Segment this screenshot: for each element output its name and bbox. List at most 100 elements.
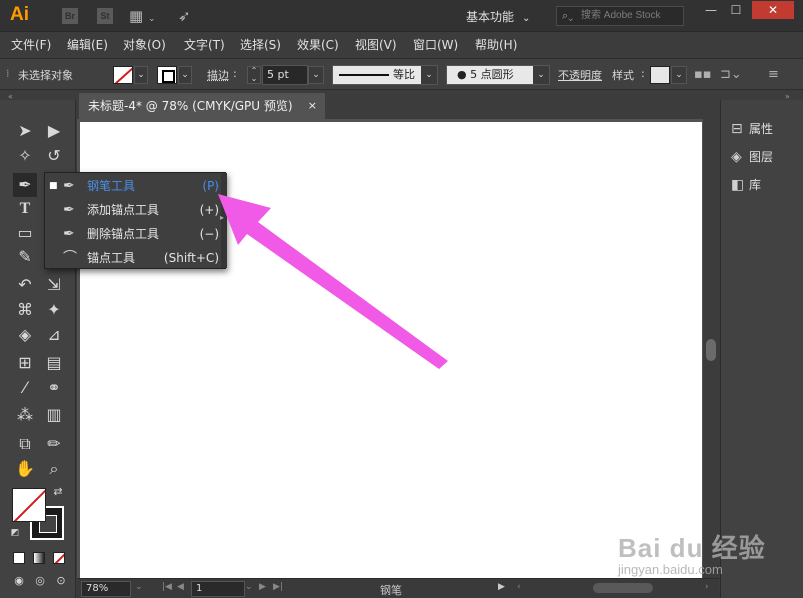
zoom-field[interactable]: 78% [81, 581, 131, 597]
type-tool-icon[interactable]: T [13, 197, 37, 221]
status-bar: 78% ⌄ |◀ ◀ 1 ⌄ ▶ ▶| 钢笔 ▶ ‹ › [77, 578, 719, 598]
stroke-stepper[interactable]: ⌃ ⌄ [247, 66, 261, 84]
shaper-tool-icon[interactable]: ✎ [13, 245, 37, 269]
scroll-right-icon[interactable]: › [705, 582, 709, 592]
stroke-weight-field[interactable]: 5 pt [262, 65, 308, 85]
mesh-tool-icon[interactable]: ⊞ [13, 351, 37, 375]
next-artboard-icon[interactable]: ▶ [259, 582, 266, 592]
shape-builder-tool-icon[interactable]: ◈ [13, 323, 37, 347]
draw-inside-icon[interactable]: ⊙ [52, 572, 70, 590]
slice-tool-icon[interactable]: ✏ [42, 432, 66, 456]
rectangle-tool-icon[interactable]: ▭ [13, 221, 37, 245]
stroke-dropdown[interactable]: ⌄ [178, 66, 192, 84]
maximize-button[interactable]: ☐ [722, 1, 750, 19]
selection-tool-icon[interactable]: ➤ [13, 119, 37, 143]
flyout-item-pen-tool[interactable]: ■ ✒ 钢笔工具 (P) [45, 174, 219, 198]
fill-color-swatch[interactable] [113, 66, 133, 84]
collapse-toolbox-icon[interactable]: « [8, 92, 13, 101]
scrollbar-thumb[interactable] [706, 339, 716, 361]
flyout-item-add-anchor[interactable]: ✒ 添加锚点工具 (+) [45, 198, 219, 222]
brush-definition[interactable]: ● 5 点圆形 ⌄ [446, 65, 550, 85]
menu-window[interactable]: 窗口(W) [413, 36, 458, 53]
zoom-dropdown-icon[interactable]: ⌄ [135, 582, 143, 592]
puppet-warp-tool-icon[interactable]: ✦ [42, 298, 66, 322]
workspace-switcher[interactable]: 基本功能 ⌄ [466, 8, 530, 25]
fill-dropdown[interactable]: ⌄ [134, 66, 148, 84]
graphic-style-swatch[interactable] [650, 66, 670, 84]
stroke-weight-dropdown[interactable]: ⌄ [308, 66, 324, 84]
scale-tool-icon[interactable]: ⇲ [42, 273, 66, 297]
panel-menu-icon[interactable]: ≡ [768, 67, 779, 82]
vertical-scrollbar[interactable] [703, 119, 719, 578]
menu-view[interactable]: 视图(V) [355, 36, 397, 53]
previous-artboard-icon[interactable]: ◀ [177, 582, 184, 592]
gpu-performance-icon[interactable]: ➶ [178, 7, 191, 25]
menu-file[interactable]: 文件(F) [11, 36, 51, 53]
last-artboard-icon[interactable]: ▶| [273, 582, 283, 592]
draw-behind-icon[interactable]: ◎ [31, 572, 49, 590]
zoom-tool-icon[interactable]: ⌕ [42, 457, 66, 481]
menu-select[interactable]: 选择(S) [240, 36, 281, 53]
pen-tool-icon[interactable]: ✒ [13, 173, 37, 197]
properties-panel-button[interactable]: ⊟ 属性 [731, 120, 773, 137]
artboard-number-field[interactable]: 1 [191, 581, 245, 597]
column-graph-tool-icon[interactable]: ▥ [42, 403, 66, 427]
menu-type[interactable]: 文字(T) [184, 36, 225, 53]
variable-width-profile[interactable]: 等比 ⌄ [332, 65, 438, 85]
eyedropper-tool-icon[interactable]: ⁄ [13, 376, 37, 400]
default-colors-icon[interactable]: ◩ [8, 526, 22, 540]
flyout-item-anchor-point[interactable]: ⌒ 锚点工具 (Shift+C) [45, 246, 219, 270]
document-tab[interactable]: 未标题-4* @ 78% (CMYK/GPU 预览) × [79, 93, 325, 119]
stock-search-input[interactable]: ⌕⌄ 搜索 Adobe Stock [556, 6, 684, 26]
lasso-tool-icon[interactable]: ↺ [42, 144, 66, 168]
artboard-tool-icon[interactable]: ⧉ [13, 432, 37, 456]
menu-effect[interactable]: 效果(C) [297, 36, 339, 53]
scroll-left-icon[interactable]: ‹ [517, 582, 521, 592]
bridge-button[interactable]: Br [62, 8, 78, 24]
brush-label: 5 点圆形 [470, 68, 514, 81]
align-icon[interactable]: ▪▪ [694, 67, 712, 82]
arrange-documents-icon[interactable]: ▦ ⌄ [129, 7, 156, 25]
rotate-tool-icon[interactable]: ↶ [13, 273, 37, 297]
close-window-button[interactable]: ✕ [752, 1, 794, 19]
direct-selection-tool-icon[interactable]: ▶ [42, 119, 66, 143]
color-mode-icon[interactable] [13, 552, 25, 564]
transform-icon[interactable]: ⊐⌄ [720, 67, 742, 82]
stock-button[interactable]: St [97, 8, 113, 24]
menu-help[interactable]: 帮助(H) [475, 36, 517, 53]
status-menu-icon[interactable]: ▶ [498, 582, 505, 592]
style-dropdown[interactable]: ⌄ [671, 66, 687, 84]
swap-colors-icon[interactable]: ⇄ [50, 484, 66, 500]
chevron-down-icon[interactable]: ⌄ [421, 66, 437, 84]
first-artboard-icon[interactable]: |◀ [162, 582, 172, 592]
flyout-item-delete-anchor[interactable]: ✒ 删除锚点工具 (−) [45, 222, 219, 246]
expand-panels-icon[interactable]: » [785, 92, 790, 101]
blend-tool-icon[interactable]: ⚭ [42, 376, 66, 400]
tearoff-tab[interactable]: ▸ [220, 173, 227, 268]
gradient-mode-icon[interactable] [33, 552, 45, 564]
layers-icon: ◈ [731, 149, 742, 165]
magic-wand-tool-icon[interactable]: ✧ [13, 144, 37, 168]
stroke-color-swatch[interactable] [157, 66, 177, 84]
chevron-down-icon[interactable]: ⌄ [533, 66, 549, 84]
menu-object[interactable]: 对象(O) [123, 36, 166, 53]
perspective-grid-tool-icon[interactable]: ⊿ [42, 323, 66, 347]
close-tab-icon[interactable]: × [308, 93, 317, 119]
menu-edit[interactable]: 编辑(E) [67, 36, 108, 53]
illustrator-logo: Ai [10, 4, 29, 25]
artboard-dropdown-icon[interactable]: ⌄ [245, 582, 253, 592]
minimize-button[interactable]: — [697, 1, 725, 19]
layers-panel-button[interactable]: ◈ 图层 [731, 148, 773, 165]
fill-swatch[interactable] [12, 488, 46, 522]
horizontal-scrollbar-thumb[interactable] [593, 583, 653, 593]
hand-tool-icon[interactable]: ✋ [13, 457, 37, 481]
libraries-panel-button[interactable]: ◧ 库 [731, 176, 761, 193]
gradient-tool-icon[interactable]: ▤ [42, 351, 66, 375]
width-tool-icon[interactable]: ⌘ [13, 298, 37, 322]
watermark-main: Bai du 经验 [618, 533, 766, 563]
draw-normal-icon[interactable]: ◉ [10, 572, 28, 590]
stroke-label[interactable]: 描边 [207, 67, 229, 83]
none-mode-icon[interactable] [53, 552, 65, 564]
opacity-label[interactable]: 不透明度 [558, 67, 602, 83]
symbol-sprayer-tool-icon[interactable]: ⁂ [13, 403, 37, 427]
